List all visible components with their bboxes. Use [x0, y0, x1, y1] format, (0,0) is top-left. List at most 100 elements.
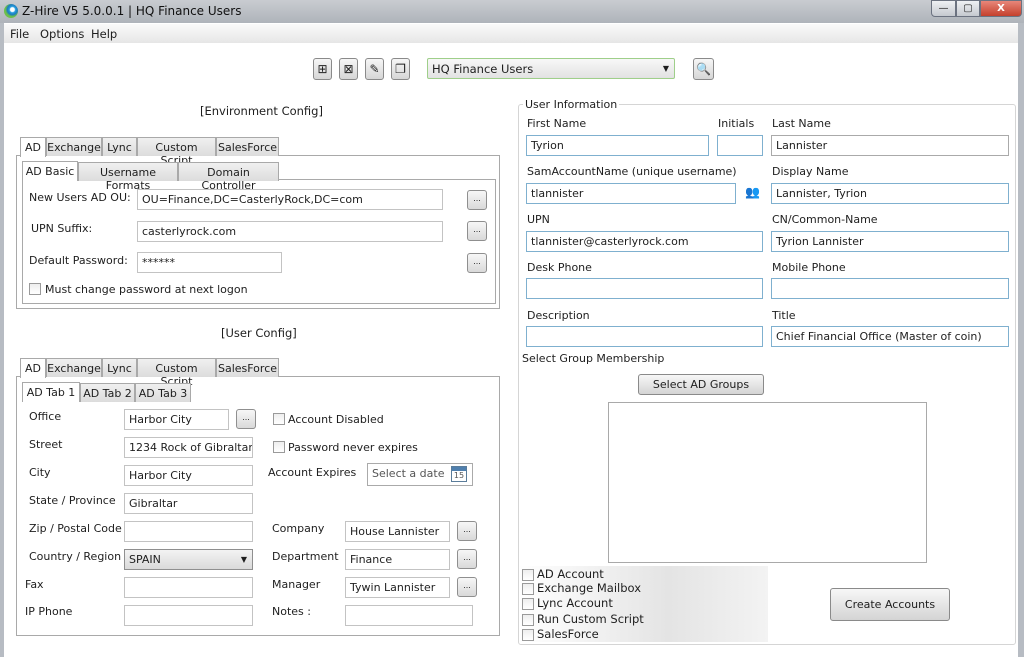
street-input[interactable]: 1234 Rock of Gibraltar st. — [124, 437, 253, 458]
first-name-input[interactable]: Tyrion — [526, 135, 709, 156]
ip-phone-input[interactable] — [124, 605, 253, 626]
upn-suffix-input[interactable]: casterlyrock.com — [137, 221, 443, 242]
initials-input[interactable] — [717, 135, 763, 156]
manager-browse-button[interactable]: ... — [457, 577, 477, 597]
delete-profile-icon[interactable]: ⊠ — [339, 58, 358, 80]
cn-input[interactable]: Tyrion Lannister — [771, 231, 1009, 252]
ou-input[interactable]: OU=Finance,DC=CasterlyRock,DC=com — [137, 189, 443, 210]
office-browse-button[interactable]: ... — [236, 409, 256, 429]
fax-input[interactable] — [124, 577, 253, 598]
upn-input[interactable]: tlannister@casterlyrock.com — [526, 231, 763, 252]
password-never-expires-checkbox[interactable] — [273, 441, 285, 453]
env-config-header: [Environment Config] — [200, 104, 323, 118]
user-tab-custom-script[interactable]: Custom Script — [137, 358, 216, 388]
chevron-down-icon: ▼ — [240, 555, 247, 564]
date-placeholder: Select a date — [372, 467, 445, 480]
lync-account-checkbox[interactable] — [522, 598, 534, 610]
user-tab-salesforce[interactable]: SalesForce — [216, 358, 279, 377]
profile-value: HQ Finance Users — [432, 62, 534, 76]
must-change-checkbox[interactable] — [29, 283, 41, 295]
country-label: Country / Region — [29, 550, 122, 563]
run-custom-script-checkbox[interactable] — [522, 614, 534, 626]
last-name-input[interactable]: Lannister — [771, 135, 1009, 156]
edit-profile-icon[interactable]: ✎ — [365, 58, 384, 80]
env-subtab-domain-controller[interactable]: Domain Controller — [178, 162, 279, 192]
env-tab-lync[interactable]: Lync — [102, 137, 137, 156]
check-user-icon[interactable]: 👥 — [745, 185, 760, 199]
state-input[interactable]: Gibraltar — [124, 493, 253, 514]
exchange-mailbox-checkbox[interactable] — [522, 583, 534, 595]
env-tab-exchange[interactable]: Exchange — [46, 137, 102, 156]
menu-file[interactable]: File — [10, 27, 29, 41]
department-browse-button[interactable]: ... — [457, 549, 477, 569]
env-subtab-ad-basic[interactable]: AD Basic — [22, 161, 78, 181]
city-input[interactable]: Harbor City — [124, 465, 253, 486]
user-tab-lync[interactable]: Lync — [102, 358, 137, 377]
user-subtab-ad-tab-3[interactable]: AD Tab 3 — [135, 383, 191, 402]
app-logo-icon — [4, 4, 18, 18]
group-membership-label: Select Group Membership — [522, 352, 665, 365]
first-name-label: First Name — [527, 117, 587, 130]
account-expires-datepicker[interactable]: Select a date 15 — [367, 463, 473, 486]
user-subtab-ad-tab-2[interactable]: AD Tab 2 — [80, 383, 135, 402]
env-subtab-username-formats[interactable]: Username Formats — [78, 162, 178, 192]
run-custom-script-label: Run Custom Script — [537, 612, 644, 626]
profile-dropdown[interactable]: HQ Finance Users ▼ — [427, 58, 675, 79]
upn-browse-button[interactable]: ... — [467, 221, 487, 241]
password-input[interactable]: ****** — [137, 252, 282, 273]
ad-account-checkbox[interactable] — [522, 569, 534, 581]
manager-label: Manager — [272, 578, 321, 591]
display-name-label: Display Name — [772, 165, 849, 178]
search-list-icon[interactable]: 🔍 — [693, 58, 714, 80]
upn-label: UPN — [527, 213, 550, 226]
sam-input[interactable]: tlannister — [526, 183, 736, 204]
env-tab-ad[interactable]: AD — [20, 137, 46, 157]
close-button[interactable]: X — [980, 0, 1022, 17]
maximize-button[interactable]: ▢ — [956, 0, 980, 17]
env-tab-custom-script[interactable]: Custom Script — [137, 137, 216, 167]
department-input[interactable]: Finance — [345, 549, 450, 570]
company-input[interactable]: House Lannister — [345, 521, 450, 542]
title-input[interactable]: Chief Financial Office (Master of coin) — [771, 326, 1009, 347]
copy-profile-icon[interactable]: ❐ — [391, 58, 410, 80]
country-value: SPAIN — [129, 553, 161, 566]
menu-help[interactable]: Help — [91, 27, 117, 41]
fax-label: Fax — [25, 578, 44, 591]
select-ad-groups-button[interactable]: Select AD Groups — [638, 374, 764, 395]
calendar-icon[interactable]: 15 — [451, 466, 467, 482]
env-tab-salesforce[interactable]: SalesForce — [216, 137, 279, 156]
salesforce-checkbox[interactable] — [522, 629, 534, 641]
manager-input[interactable]: Tywin Lannister — [345, 577, 450, 598]
ou-browse-button[interactable]: ... — [467, 190, 487, 210]
country-select[interactable]: SPAIN ▼ — [124, 549, 253, 570]
user-config-header: [User Config] — [221, 326, 297, 340]
sam-label: SamAccountName (unique username) — [527, 165, 737, 178]
company-label: Company — [272, 522, 325, 535]
groups-listbox[interactable] — [608, 402, 927, 563]
desk-phone-input[interactable] — [526, 278, 763, 299]
zip-input[interactable] — [124, 521, 253, 542]
upn-suffix-label: UPN Suffix: — [31, 222, 93, 235]
account-disabled-checkbox[interactable] — [273, 413, 285, 425]
office-input[interactable]: Harbor City — [124, 409, 229, 430]
department-label: Department — [272, 550, 339, 563]
notes-input[interactable] — [345, 605, 473, 626]
city-label: City — [29, 466, 51, 479]
window-title: Z-Hire V5 5.0.0.1 | HQ Finance Users — [22, 4, 242, 18]
mobile-phone-input[interactable] — [771, 278, 1009, 299]
lync-account-label: Lync Account — [537, 596, 613, 610]
user-subtab-ad-tab-1[interactable]: AD Tab 1 — [22, 382, 80, 402]
user-tab-ad[interactable]: AD — [20, 358, 46, 378]
user-tab-exchange[interactable]: Exchange — [46, 358, 102, 377]
must-change-label: Must change password at next logon — [45, 283, 248, 296]
company-browse-button[interactable]: ... — [457, 521, 477, 541]
minimize-button[interactable]: — — [931, 0, 956, 17]
menu-bar — [4, 24, 1018, 43]
description-input[interactable] — [526, 326, 763, 347]
password-browse-button[interactable]: ... — [467, 253, 487, 273]
ou-label: New Users AD OU: — [29, 191, 131, 204]
add-profile-icon[interactable]: ⊞ — [313, 58, 332, 80]
create-accounts-button[interactable]: Create Accounts — [830, 588, 950, 621]
menu-options[interactable]: Options — [40, 27, 84, 41]
display-name-input[interactable]: Lannister, Tyrion — [771, 183, 1009, 204]
